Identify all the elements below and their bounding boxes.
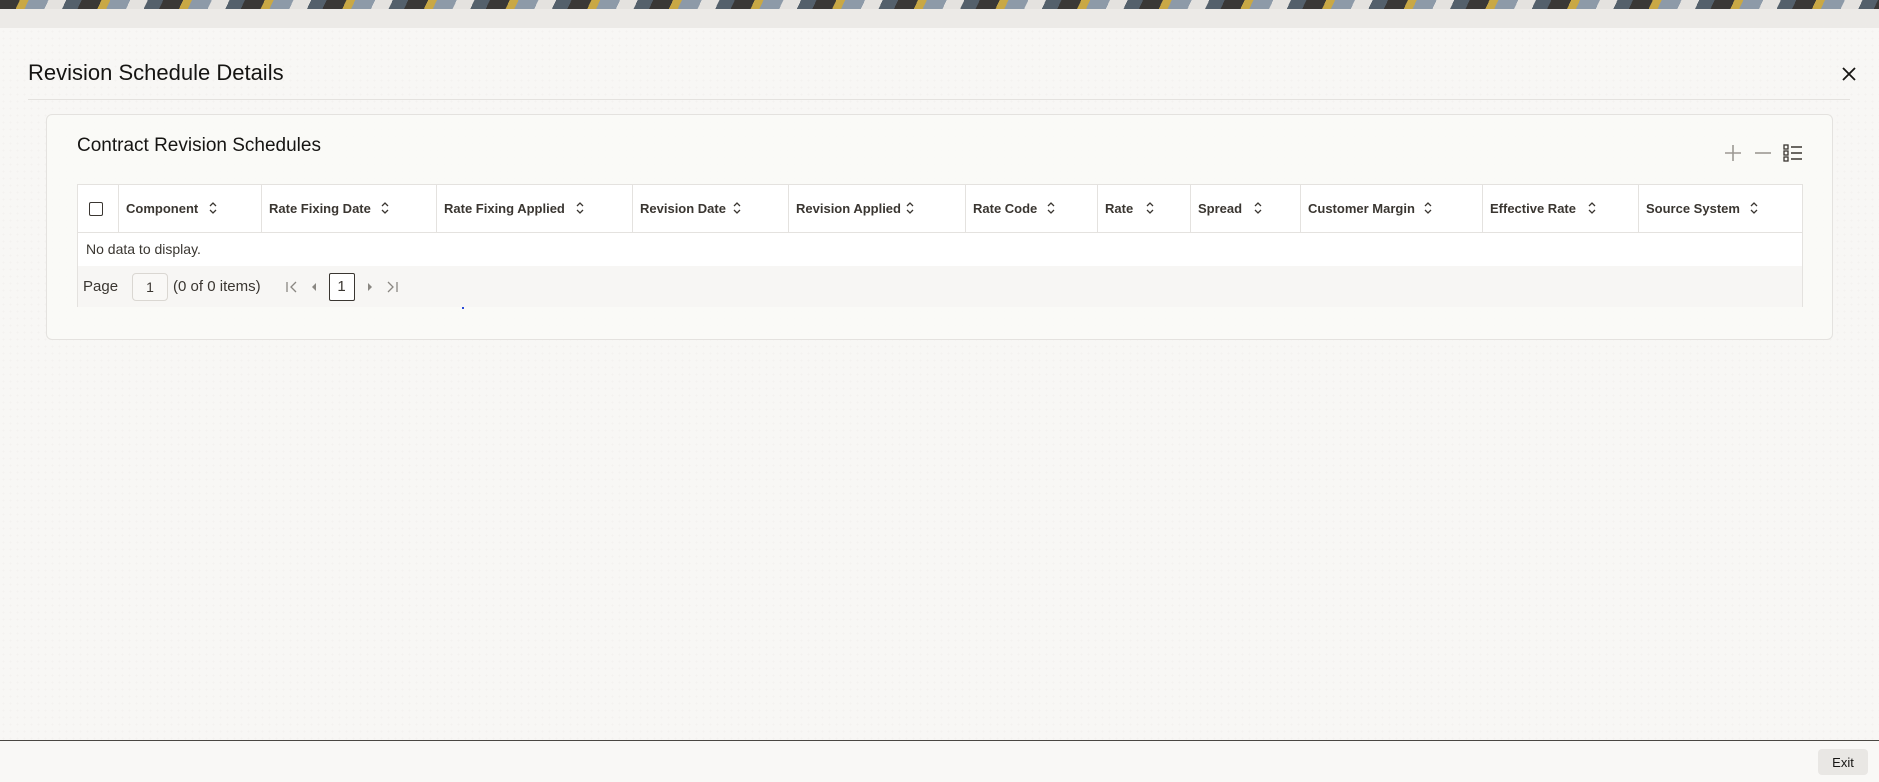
pagination-bar: Page 1 (0 of 0 items) 1 bbox=[78, 266, 1802, 307]
sort-icon[interactable] bbox=[1587, 200, 1597, 216]
app-header-banner bbox=[0, 0, 1879, 9]
remove-icon bbox=[1755, 152, 1771, 154]
sort-icon[interactable] bbox=[732, 200, 742, 216]
title-divider bbox=[28, 99, 1850, 100]
column-label: Source System bbox=[1646, 201, 1740, 216]
column-label: Rate Fixing Applied bbox=[444, 201, 565, 216]
column-label: Effective Rate bbox=[1490, 201, 1576, 216]
panel-title: Contract Revision Schedules bbox=[77, 135, 321, 156]
items-summary: (0 of 0 items) bbox=[173, 278, 261, 295]
add-row-button[interactable] bbox=[1722, 142, 1744, 164]
table-header-row: Component Rate Fixing Date Rate Fixing A… bbox=[78, 185, 1802, 233]
previous-page-button[interactable] bbox=[303, 276, 325, 298]
last-page-button[interactable] bbox=[381, 276, 403, 298]
column-header-rate-fixing-applied[interactable]: Rate Fixing Applied bbox=[437, 185, 633, 232]
column-label: Revision Date bbox=[640, 201, 726, 216]
focus-marker bbox=[462, 307, 464, 309]
next-page-icon bbox=[367, 282, 372, 291]
page-label: Page bbox=[83, 278, 119, 295]
column-list-button[interactable] bbox=[1782, 142, 1804, 164]
column-header-rate-fixing-date[interactable]: Rate Fixing Date bbox=[262, 185, 437, 232]
dialog-title: Revision Schedule Details bbox=[28, 60, 284, 85]
last-page-icon bbox=[387, 281, 398, 292]
empty-table-message: No data to display. bbox=[86, 241, 201, 257]
select-all-column bbox=[78, 185, 119, 232]
column-header-rate[interactable]: Rate bbox=[1098, 185, 1191, 232]
grid-toolbar bbox=[1722, 142, 1804, 164]
sort-icon[interactable] bbox=[575, 200, 585, 216]
sort-icon[interactable] bbox=[1253, 200, 1263, 216]
column-header-rate-code[interactable]: Rate Code bbox=[966, 185, 1098, 232]
sort-icon[interactable] bbox=[380, 200, 390, 216]
add-icon bbox=[1725, 145, 1741, 161]
revision-schedules-table: Component Rate Fixing Date Rate Fixing A… bbox=[77, 184, 1803, 307]
column-label: Revision Applied bbox=[796, 201, 901, 216]
column-label: Component bbox=[126, 201, 199, 216]
sort-icon[interactable] bbox=[1423, 200, 1433, 216]
sort-icon[interactable] bbox=[905, 200, 915, 216]
current-page-button[interactable]: 1 bbox=[328, 272, 355, 301]
exit-button[interactable]: Exit bbox=[1818, 749, 1868, 775]
column-header-spread[interactable]: Spread bbox=[1191, 185, 1301, 232]
column-header-revision-date[interactable]: Revision Date bbox=[633, 185, 789, 232]
sort-icon[interactable] bbox=[1145, 200, 1155, 216]
column-label: Spread bbox=[1198, 201, 1243, 216]
column-label: Rate bbox=[1105, 201, 1134, 216]
column-header-component[interactable]: Component bbox=[119, 185, 262, 232]
first-page-button[interactable] bbox=[281, 276, 303, 298]
column-label: Rate Fixing Date bbox=[269, 201, 371, 216]
previous-page-icon bbox=[311, 282, 316, 291]
page-number-input[interactable]: 1 bbox=[132, 272, 169, 301]
next-page-button[interactable] bbox=[359, 276, 381, 298]
header-shade bbox=[0, 9, 1879, 28]
close-icon bbox=[1842, 67, 1856, 81]
footer-bar bbox=[0, 741, 1879, 782]
sort-icon[interactable] bbox=[208, 200, 218, 216]
column-header-effective-rate[interactable]: Effective Rate bbox=[1483, 185, 1639, 232]
column-header-revision-applied[interactable]: Revision Applied bbox=[789, 185, 966, 232]
close-button[interactable] bbox=[1838, 63, 1860, 85]
sort-icon[interactable] bbox=[1749, 200, 1759, 216]
column-header-customer-margin[interactable]: Customer Margin bbox=[1301, 185, 1483, 232]
select-all-checkbox[interactable] bbox=[89, 201, 103, 216]
sort-icon[interactable] bbox=[1046, 200, 1056, 216]
column-label: Rate Code bbox=[973, 201, 1038, 216]
column-label: Customer Margin bbox=[1308, 201, 1415, 216]
column-header-source-system[interactable]: Source System bbox=[1639, 185, 1802, 232]
remove-row-button[interactable] bbox=[1752, 142, 1774, 164]
first-page-icon bbox=[285, 281, 297, 292]
column-list-icon bbox=[1783, 144, 1802, 162]
